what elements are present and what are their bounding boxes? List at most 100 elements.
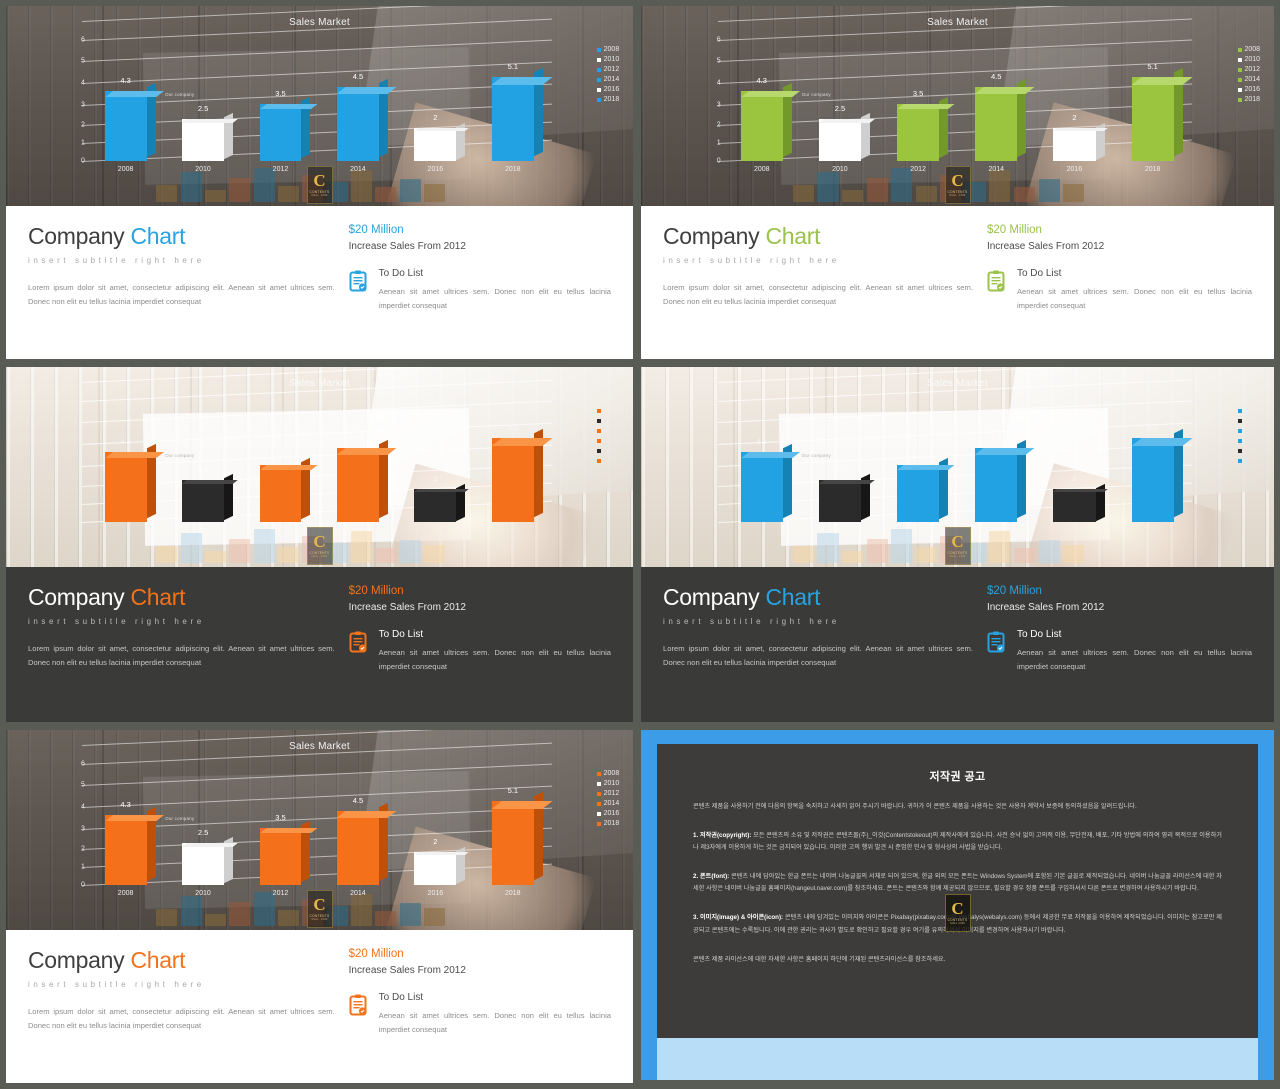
slide-blue-dark[interactable]: Sales Market 6 5 4 3 2 1 0 <box>641 367 1274 722</box>
x-tick: 2012 <box>897 527 939 534</box>
title-accent: Chart <box>130 584 186 610</box>
todo-title: To Do List <box>378 268 424 279</box>
title-accent: Chart <box>130 223 186 249</box>
text-right-column: $20 Million Increase Sales From 2012 To … <box>987 224 1252 349</box>
bar-series: 4.3 2.5 3.5 4.5 2 5.1 <box>87 758 553 885</box>
body-text: Lorem ipsum dolor sit amet, consectetur … <box>28 283 335 307</box>
legend-item: 2012 <box>596 427 620 434</box>
x-tick: 2010 <box>832 165 848 173</box>
money-subline: Increase Sales From 2012 <box>348 965 466 976</box>
bar-item: 5.1 <box>491 758 553 885</box>
bar-series: 4.3 2.5 3.5 4.5 2 5.1 <box>87 34 553 161</box>
text-right-column: $20 Million Increase Sales From 2012 To … <box>349 948 611 1073</box>
bar-item: 3.5 <box>896 395 956 522</box>
chart-legend: 2008 2010 2012 2014 2016 2018 <box>1237 407 1261 464</box>
contents-watermark: C CONTENTS MALL .COM <box>944 894 971 932</box>
legend-item: 2014 <box>1237 437 1261 444</box>
x-tick: 2014 <box>350 165 366 173</box>
bar-item: 5.1 <box>491 395 553 522</box>
copyright-footer: 콘텐츠 제품 라이선스에 대한 자세한 사항은 홈페이지 하단에 기재된 콘텐츠… <box>693 955 946 963</box>
text-right-column: $20 Million Increase Sales From 2012 To … <box>349 224 611 349</box>
text-left-column: Company Chart insert subtitle right here… <box>28 947 349 1073</box>
slide-cell-4: Sales Market 6 5 4 3 2 1 0 <box>637 363 1280 726</box>
bar-value-label: 4.3 <box>120 800 131 810</box>
contents-watermark: C CONTENTS MALL .COM <box>306 890 333 928</box>
copyright-section-1: 1. 저작권(copyright): 모든 콘텐츠의 소유 및 저작권은 콘텐츠… <box>693 830 1222 854</box>
bar-value-label: 4.5 <box>352 796 364 806</box>
bar-value-label: 4.5 <box>991 72 1002 82</box>
bar-item: 5.1 <box>1131 395 1193 522</box>
money-subline: Increase Sales From 2012 <box>348 602 466 613</box>
bar-value-label: 4.5 <box>352 72 364 82</box>
text-left-column: Company Chart insert subtitle right here… <box>663 584 987 712</box>
legend-item: 2008 <box>1237 407 1261 414</box>
x-tick: 2012 <box>272 165 289 173</box>
x-tick: 2010 <box>819 527 861 534</box>
bar-item: 4.3 <box>740 395 801 522</box>
body-text: Lorem ipsum dolor sit amet, consectetur … <box>28 1007 335 1031</box>
bar-item: 2.5 <box>818 395 876 522</box>
todo-body: Aenean sit amet ultrices sem. Donec non … <box>378 648 611 672</box>
slide-cell-5: Sales Market 6 5 4 3 2 1 0 <box>0 726 637 1089</box>
x-tick: 2014 <box>337 527 379 534</box>
legend-item: 2012 <box>1237 427 1261 434</box>
slide-copyright-notice[interactable]: 저작권 공고 콘텐츠 제품을 사용하기 전에 다음의 항목을 숙지하고 사세히 … <box>641 730 1274 1080</box>
clipboard-icon <box>987 629 1007 674</box>
title-accent: Chart <box>130 947 186 973</box>
bar-item: 2.5 <box>182 395 238 522</box>
page-title: Company Chart <box>28 947 335 973</box>
money-headline: $20 Million <box>986 585 1042 597</box>
legend-item: 2010 <box>596 780 619 787</box>
bar-item: 4.5 <box>337 758 397 885</box>
x-tick: 2014 <box>350 889 366 897</box>
x-tick: 2016 <box>414 527 456 534</box>
slide-cell-2: Sales Market 6 5 4 3 2 1 0 <box>637 0 1280 363</box>
todo-body: Aenean sit amet ultrices sem. Donec non … <box>1016 287 1252 311</box>
contents-watermark: C CONTENTS MALL .COM <box>306 527 333 565</box>
bar-value-label: 5.1 <box>507 423 518 433</box>
bar-series: 4.3 2.5 3.5 4.5 2 5.1 <box>87 395 553 522</box>
slide-orange-dark[interactable]: Sales Market 6 5 4 3 2 1 0 <box>6 367 633 722</box>
bar-item: 4.5 <box>337 34 397 161</box>
slide-blue-light[interactable]: Sales Market 6 5 4 3 2 1 0 <box>6 6 633 359</box>
slide-cell-3: Sales Market 6 5 4 3 2 1 0 <box>0 363 637 726</box>
legend-item: 2010 <box>596 417 620 424</box>
text-area: Company Chart insert subtitle right here… <box>641 567 1274 722</box>
legend-item: 2012 <box>596 66 619 73</box>
bar-value-label: 4.5 <box>991 433 1002 443</box>
contents-watermark: C CONTENTS MALL .COM <box>944 527 971 565</box>
copyright-section-2-label: 2. 폰트(font): <box>693 873 730 881</box>
chart-legend: 2008 2010 2012 2014 2016 2018 <box>1237 46 1260 103</box>
legend-item: 2018 <box>596 820 619 827</box>
bar-item: 2.5 <box>182 758 238 885</box>
legend-item: 2012 <box>1237 66 1260 73</box>
x-tick: 2012 <box>910 165 926 173</box>
bar-value-label: 4.3 <box>756 76 767 86</box>
text-right-column: $20 Million Increase Sales From 2012 To … <box>987 585 1252 712</box>
money-subline: Increase Sales From 2012 <box>986 602 1105 613</box>
bar-value-label: 4.3 <box>756 437 767 447</box>
bar-item: 3.5 <box>259 758 318 885</box>
bar-item: 2.5 <box>182 34 238 161</box>
bar-item: 4.3 <box>740 34 801 161</box>
title-main: Company <box>663 584 760 610</box>
bar-series: 4.3 2.5 3.5 4.5 2 5.1 <box>723 395 1193 522</box>
copyright-section-1-label: 1. 저작권(copyright): <box>693 832 752 840</box>
legend-item: 2012 <box>596 790 619 797</box>
body-text: Lorem ipsum dolor sit amet, consectetur … <box>663 283 973 307</box>
title-main: Company <box>28 584 125 610</box>
subtitle: insert subtitle right here <box>663 256 840 266</box>
legend-item: 2010 <box>1237 417 1261 424</box>
todo-block: To Do List Aenean sit amet ultrices sem.… <box>349 268 611 313</box>
body-text: Lorem ipsum dolor sit amet, consectetur … <box>28 644 335 668</box>
bar-value-label: 3.5 <box>275 812 286 822</box>
clipboard-icon <box>349 629 369 674</box>
text-left-column: Company Chart insert subtitle right here… <box>28 223 349 349</box>
legend-item: 2016 <box>596 447 620 454</box>
slide-orange-light[interactable]: Sales Market 6 5 4 3 2 1 0 <box>6 730 633 1083</box>
copyright-intro: 콘텐츠 제품을 사용하기 전에 다음의 항목을 숙지하고 사세히 읽어 주시기 … <box>693 803 1137 810</box>
subtitle: insert subtitle right here <box>28 980 205 990</box>
page-title: Company Chart <box>28 584 335 610</box>
legend-item: 2016 <box>596 810 619 817</box>
slide-green-light[interactable]: Sales Market 6 5 4 3 2 1 0 <box>641 6 1274 359</box>
